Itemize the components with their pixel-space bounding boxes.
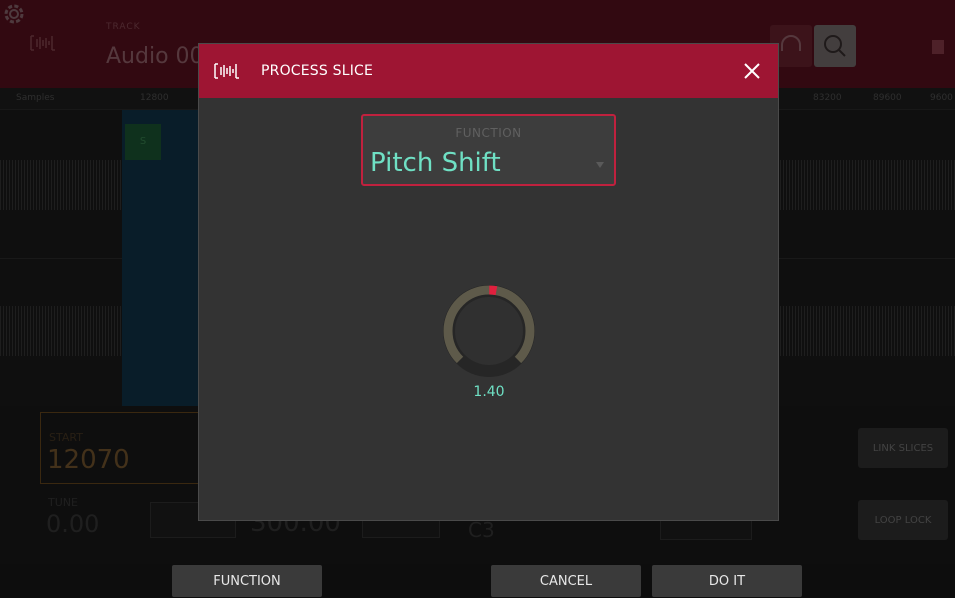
do-it-button[interactable]: DO IT [652, 565, 802, 597]
bottom-bar: FUNCTION CANCEL DO IT [0, 564, 955, 598]
process-slice-dialog: PROCESS SLICE FUNCTION Pitch Shift 1.40 [198, 43, 779, 521]
chevron-down-icon [596, 162, 604, 168]
function-label: FUNCTION [455, 126, 522, 140]
dialog-title: PROCESS SLICE [261, 63, 374, 79]
pitch-knob[interactable] [441, 283, 537, 379]
function-value: Pitch Shift [370, 148, 501, 178]
function-button[interactable]: FUNCTION [172, 565, 322, 597]
close-icon[interactable] [739, 58, 765, 84]
dialog-header: PROCESS SLICE [199, 44, 778, 98]
cancel-button[interactable]: CANCEL [491, 565, 641, 597]
knob-value: 1.40 [473, 384, 505, 400]
knob-indicator [489, 285, 498, 296]
function-select[interactable]: FUNCTION Pitch Shift [361, 114, 616, 186]
waveform-logo-icon [214, 63, 239, 79]
